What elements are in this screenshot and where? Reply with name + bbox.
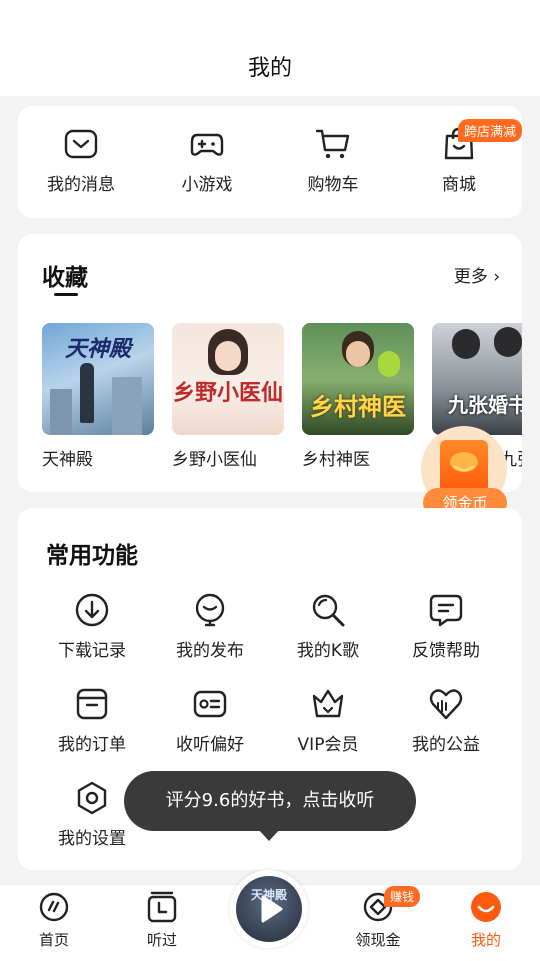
cover-title: 九张婚书 <box>448 393 522 417</box>
history-icon <box>147 891 177 923</box>
gamepad-icon <box>190 133 224 156</box>
settings-icon <box>77 781 107 815</box>
cart-button[interactable]: 购物车 <box>273 126 393 206</box>
nav-label: 领现金 <box>355 931 401 949</box>
microphone-icon <box>312 594 345 627</box>
nav-profile[interactable]: 我的 <box>441 891 531 950</box>
function-label: 我的设置 <box>58 829 126 849</box>
shortcut-card: 我的消息 小游戏 购物车 商城 跨店满减 <box>18 106 523 218</box>
claim-coins-float-button[interactable]: 领金币 <box>418 426 510 520</box>
shortcut-label: 小游戏 <box>181 175 233 195</box>
cart-icon <box>315 129 350 159</box>
book-cover: 乡村神医 <box>302 323 414 435</box>
toast-pointer <box>258 829 280 841</box>
my-messages-button[interactable]: 我的消息 <box>21 126 141 206</box>
shortcut-label: 我的消息 <box>47 175 115 195</box>
home-icon <box>39 892 69 922</box>
chevron-right-icon: › <box>487 267 500 287</box>
cover-title: 天神殿 <box>64 337 131 362</box>
functions-title: 常用功能 <box>46 543 138 569</box>
recommendation-toast[interactable]: 评分9.6的好书，点击收听 <box>124 771 416 831</box>
book-cover: 乡野小医仙 <box>172 323 284 435</box>
charity-icon <box>429 689 463 720</box>
coin-icon <box>440 440 488 492</box>
listening-preference-button[interactable]: 收听偏好 <box>150 686 270 766</box>
function-label: 我的订单 <box>58 735 126 755</box>
header: 我的 <box>0 0 540 96</box>
book-title: 乡村神医 <box>302 450 370 470</box>
feedback-help-button[interactable]: 反馈帮助 <box>386 592 506 672</box>
my-publish-button[interactable]: 我的发布 <box>150 592 270 672</box>
publish-icon <box>195 593 225 627</box>
book-item[interactable]: 乡野小医仙 乡野小医仙 <box>172 323 284 470</box>
mall-promo-badge: 跨店满减 <box>458 119 523 142</box>
now-playing-cover: 天神殿 <box>236 876 302 942</box>
function-label: 反馈帮助 <box>412 641 480 661</box>
crown-icon <box>312 689 344 718</box>
function-label: 我的公益 <box>412 735 480 755</box>
mini-games-button[interactable]: 小游戏 <box>147 126 267 206</box>
nav-label: 听过 <box>146 931 177 949</box>
page-title: 我的 <box>247 56 292 81</box>
nav-history[interactable]: 听过 <box>117 891 207 950</box>
my-charity-button[interactable]: 我的公益 <box>386 686 506 766</box>
book-title: 天神殿 <box>42 450 93 470</box>
nav-label: 首页 <box>38 931 69 949</box>
book-item[interactable]: 乡村神医 乡村神医 <box>302 323 414 470</box>
book-title: 乡野小医仙 <box>172 450 257 470</box>
favorites-underline <box>54 293 78 296</box>
cover-title: 乡村神医 <box>310 393 406 421</box>
now-playing-button[interactable]: 天神殿 <box>230 870 308 948</box>
message-icon <box>64 129 98 159</box>
order-icon <box>76 688 108 720</box>
download-icon <box>75 593 109 627</box>
download-records-button[interactable]: 下载记录 <box>32 592 152 672</box>
feedback-icon <box>429 594 463 627</box>
preference-icon <box>193 690 227 718</box>
shortcut-label: 购物车 <box>307 175 359 195</box>
nav-home[interactable]: 首页 <box>9 891 99 950</box>
my-karaoke-button[interactable]: 我的K歌 <box>268 592 388 672</box>
more-label: 更多 <box>453 267 488 287</box>
function-label: 收听偏好 <box>176 735 244 755</box>
my-orders-button[interactable]: 我的订单 <box>32 686 152 766</box>
function-label: 我的K歌 <box>296 641 360 661</box>
book-cover: 九张婚书 <box>432 323 522 435</box>
function-label: VIP会员 <box>297 735 359 755</box>
profile-icon <box>471 892 501 922</box>
book-cover: 天神殿 <box>42 323 154 435</box>
vip-member-button[interactable]: VIP会员 <box>268 686 388 766</box>
play-icon <box>261 895 283 923</box>
earn-badge: 赚钱 <box>384 886 421 907</box>
nav-label: 我的 <box>470 931 501 949</box>
favorites-title: 收藏 <box>42 265 88 291</box>
cover-title: 乡野小医仙 <box>172 381 283 406</box>
book-item[interactable]: 天神殿 天神殿 <box>42 323 154 470</box>
favorites-more-link[interactable]: 更多 › <box>454 262 500 287</box>
shortcut-label: 商城 <box>442 175 476 195</box>
function-label: 我的发布 <box>176 641 244 661</box>
function-label: 下载记录 <box>58 641 126 661</box>
